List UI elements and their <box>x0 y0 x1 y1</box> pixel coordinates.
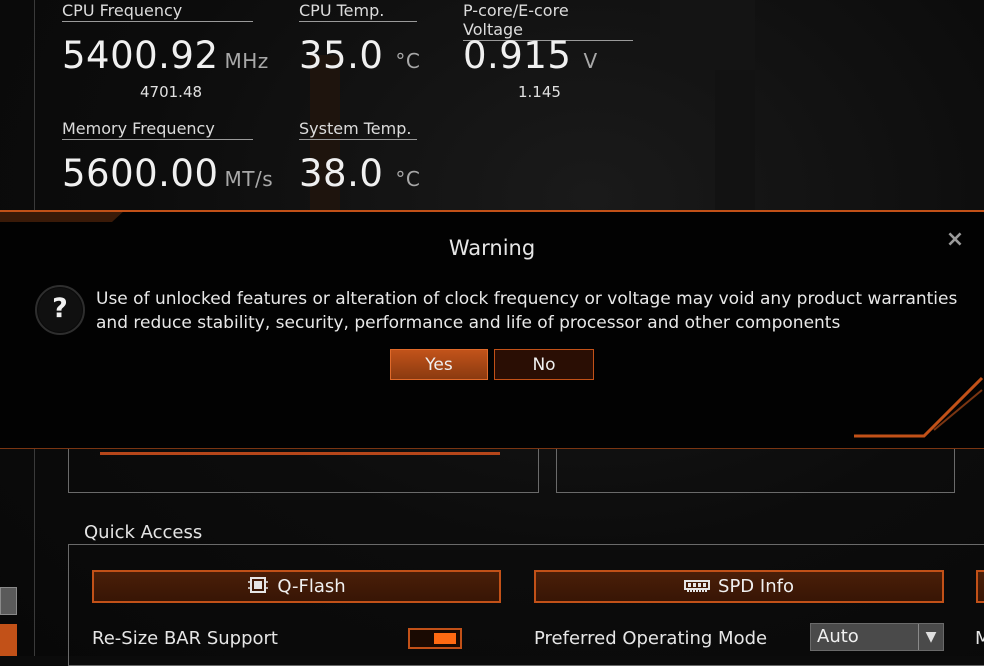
voltage-number: 0.915 <box>463 34 572 77</box>
spd-info-label: SPD Info <box>718 576 794 597</box>
quick-access-button-partial[interactable] <box>976 570 984 603</box>
voltage-unit: V <box>583 49 598 73</box>
memory-frequency-number: 5600.00 <box>62 152 219 195</box>
cpu-frequency-unit: MHz <box>224 49 269 73</box>
voltage-value: 0.915 V <box>463 36 598 81</box>
cpu-frequency-value: 5400.92 MHz <box>62 36 269 81</box>
cpu-temp-unit: °C <box>395 49 421 73</box>
preferred-mode-label: Preferred Operating Mode <box>534 628 768 649</box>
cpu-frequency-label: CPU Frequency <box>62 1 253 22</box>
system-temp-value: 38.0 °C <box>299 154 420 199</box>
cpu-temp-value: 35.0 °C <box>299 36 420 81</box>
quick-access-title: Quick Access <box>84 522 203 543</box>
spd-info-button[interactable]: SPD Info <box>534 570 944 603</box>
warning-message-line-1: Use of unlocked features or alteration o… <box>96 289 958 309</box>
system-temp-unit: °C <box>395 167 421 191</box>
warning-message: Use of unlocked features or alteration o… <box>96 287 976 335</box>
resize-bar-toggle[interactable] <box>408 628 462 649</box>
memory-frequency-unit: MT/s <box>224 167 274 191</box>
left-panel-accent-bar <box>100 452 500 455</box>
memory-frequency-value: 5600.00 MT/s <box>62 154 273 199</box>
system-temp-label: System Temp. <box>299 119 417 140</box>
chevron-down-icon: ▼ <box>918 624 943 650</box>
preferred-mode-select[interactable]: Auto ▼ <box>810 623 944 651</box>
cpu-temp-number: 35.0 <box>299 34 384 77</box>
cpu-temp-label: CPU Temp. <box>299 1 417 22</box>
background-decoration <box>660 0 755 70</box>
resize-bar-label: Re-Size BAR Support <box>92 628 278 649</box>
left-edge-control[interactable] <box>0 587 17 615</box>
cut-off-setting-label: M <box>975 628 984 649</box>
background-decoration <box>715 70 755 210</box>
question-mark: ? <box>52 293 68 324</box>
close-icon[interactable]: × <box>945 229 965 251</box>
memory-icon <box>684 572 711 601</box>
dialog-corner-decoration-right <box>854 376 984 438</box>
memory-frequency-label: Memory Frequency <box>62 119 253 140</box>
system-temp-number: 38.0 <box>299 152 384 195</box>
cpu-frequency-secondary: 4701.48 <box>140 83 203 101</box>
chip-icon <box>247 572 269 601</box>
q-flash-label: Q-Flash <box>277 576 346 597</box>
warning-message-line-2: and reduce stability, security, performa… <box>96 313 841 333</box>
left-edge-accent <box>0 624 17 656</box>
dialog-corner-decoration-left <box>0 210 125 222</box>
cpu-frequency-number: 5400.92 <box>62 34 219 77</box>
question-icon: ? <box>35 285 85 335</box>
toggle-knob <box>434 633 456 644</box>
q-flash-button[interactable]: Q-Flash <box>92 570 501 603</box>
yes-button[interactable]: Yes <box>390 349 488 380</box>
dialog-title: Warning <box>448 236 536 260</box>
no-button[interactable]: No <box>494 349 594 380</box>
preferred-mode-value: Auto <box>817 626 859 647</box>
voltage-secondary: 1.145 <box>518 83 561 101</box>
warning-dialog: Warning × ? Use of unlocked features or … <box>0 210 984 449</box>
